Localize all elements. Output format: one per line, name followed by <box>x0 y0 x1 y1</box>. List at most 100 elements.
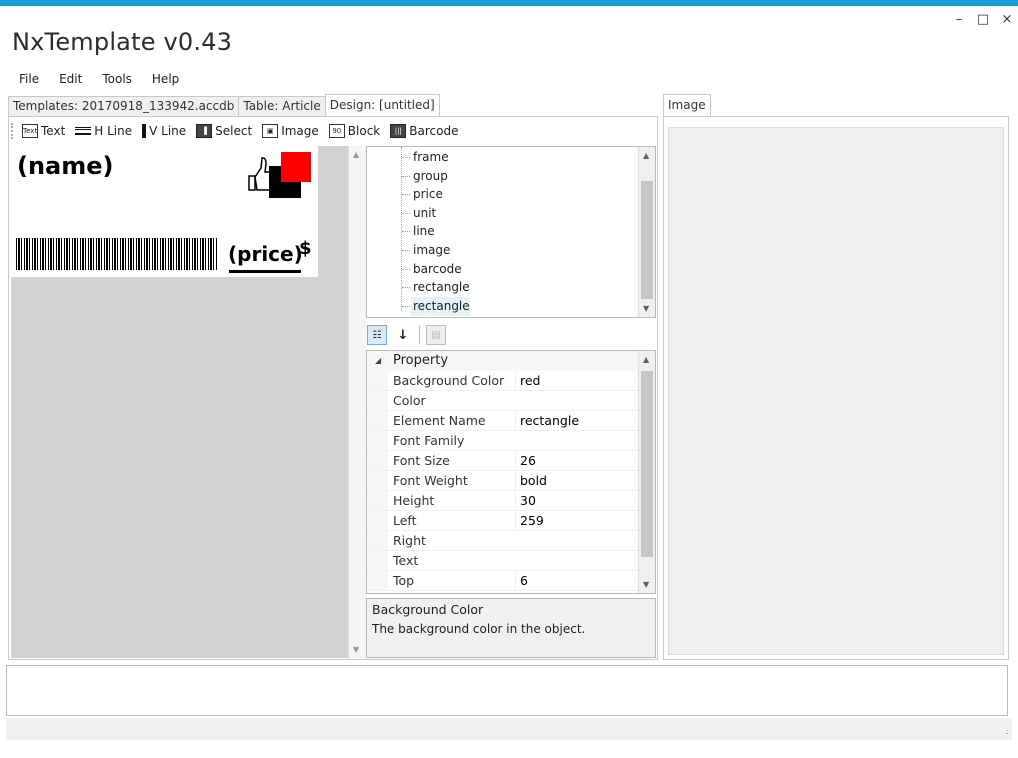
block-tool-button[interactable]: 90 Block <box>327 123 382 139</box>
tree-item-price[interactable]: price <box>411 185 443 204</box>
row-gutter <box>367 471 388 490</box>
property-value[interactable]: 26 <box>515 451 637 470</box>
property-row[interactable]: Element Name rectangle <box>367 411 639 431</box>
tool-label: V Line <box>149 124 187 138</box>
design-scrollbar[interactable]: ▲ ▼ <box>348 146 366 658</box>
design-panel: Text Text H Line V Line ▐ Select ▣ Image… <box>8 116 658 660</box>
price-field-element[interactable]: (price) <box>228 242 303 266</box>
toolbar-grip[interactable] <box>11 123 14 139</box>
tree-item-group[interactable]: group <box>411 167 448 186</box>
tree-item-line[interactable]: line <box>411 222 435 241</box>
text-tool-button[interactable]: Text Text <box>20 123 67 139</box>
tab-image[interactable]: Image <box>663 94 711 116</box>
vline-tool-button[interactable]: V Line <box>140 123 188 139</box>
toolbar-separator <box>419 326 420 344</box>
property-row[interactable]: Font Size 26 <box>367 451 639 471</box>
menu-edit[interactable]: Edit <box>56 71 85 87</box>
tree-scrollbar[interactable]: ▲ ▼ <box>638 147 655 317</box>
tree-item-barcode[interactable]: barcode <box>411 260 462 279</box>
row-gutter <box>367 451 388 470</box>
scroll-up-icon[interactable]: ▲ <box>643 151 649 160</box>
tree-connector <box>402 287 410 288</box>
menu-help[interactable]: Help <box>149 71 182 87</box>
maximize-button[interactable]: □ <box>976 12 990 27</box>
property-grid-scrollbar[interactable]: ▲ ▼ <box>638 351 655 593</box>
property-row[interactable]: Font Weight bold <box>367 471 639 491</box>
menu-file[interactable]: File <box>16 71 42 87</box>
resize-grip-icon[interactable]: .: <box>1005 727 1009 736</box>
row-gutter <box>367 551 388 570</box>
close-button[interactable]: × <box>1000 12 1014 27</box>
tool-label: Image <box>281 124 319 138</box>
tool-label: H Line <box>94 124 133 138</box>
currency-unit-element[interactable]: $ <box>299 238 312 259</box>
row-gutter <box>367 531 388 550</box>
label-canvas[interactable]: (name) (price) $ <box>11 146 318 277</box>
tree-connector <box>402 194 410 195</box>
status-bar: .: <box>6 718 1012 740</box>
tree-item-image[interactable]: image <box>411 241 450 260</box>
property-row[interactable]: Top 6 <box>367 571 639 591</box>
image-preview-area[interactable] <box>668 127 1004 655</box>
tab-templates[interactable]: Templates: 20170918_133942.accdb <box>8 96 240 116</box>
property-row[interactable]: Color <box>367 391 639 411</box>
tree-item-frame[interactable]: frame <box>411 148 449 167</box>
property-row[interactable]: Left 259 <box>367 511 639 531</box>
window-accent-bar <box>0 0 1018 6</box>
alphabetical-button[interactable]: ↓ <box>393 325 413 345</box>
property-value[interactable]: rectangle <box>515 411 637 430</box>
property-row[interactable]: Height 30 <box>367 491 639 511</box>
sort-az-icon: ↓ <box>397 327 409 343</box>
row-gutter <box>367 411 388 430</box>
minimize-button[interactable]: – <box>952 12 966 27</box>
property-name: Color <box>393 393 426 408</box>
collapse-triangle-icon[interactable]: ◢ <box>375 351 381 371</box>
categorized-icon: ☷ <box>372 329 382 341</box>
hline-tool-button[interactable]: H Line <box>73 123 134 139</box>
scroll-up-icon[interactable]: ▲ <box>643 355 649 364</box>
barcode-element[interactable] <box>16 238 218 270</box>
output-box[interactable] <box>6 665 1008 716</box>
property-name: Right <box>393 533 426 548</box>
tree-connector <box>402 250 410 251</box>
property-name: Background Color <box>393 373 505 388</box>
property-value[interactable]: 259 <box>515 511 637 530</box>
left-tab-strip: Templates: 20170918_133942.accdb Table: … <box>8 94 440 116</box>
property-grid: ◢ Property Background Color red Color Ele… <box>366 350 656 594</box>
categorized-button[interactable]: ☷ <box>367 325 387 345</box>
scroll-down-icon[interactable]: ▼ <box>353 645 359 654</box>
property-row[interactable]: Font Family <box>367 431 639 451</box>
property-row[interactable]: Right <box>367 531 639 551</box>
property-value[interactable]: red <box>515 371 637 390</box>
property-row[interactable]: Text <box>367 551 639 571</box>
select-tool-button[interactable]: ▐ Select <box>194 123 254 139</box>
app-title: NxTemplate v0.43 <box>12 28 233 56</box>
menu-tools[interactable]: Tools <box>99 71 135 87</box>
scroll-thumb[interactable] <box>641 371 653 557</box>
scroll-down-icon[interactable]: ▼ <box>643 580 649 589</box>
property-value[interactable]: 6 <box>515 571 637 590</box>
property-name: Left <box>393 513 417 528</box>
tree-item-rectangle[interactable]: rectangle <box>411 278 470 297</box>
property-value[interactable]: bold <box>515 471 637 490</box>
price-underline-element[interactable] <box>229 270 301 273</box>
property-row[interactable]: Background Color red <box>367 371 639 391</box>
barcode-tool-button[interactable]: ||| Barcode <box>388 123 460 139</box>
image-tool-icon: ▣ <box>262 124 279 138</box>
property-grid-toolbar: ☷ ↓ ▤ <box>367 323 446 347</box>
tree-connector <box>402 269 410 270</box>
tree-item-unit[interactable]: unit <box>411 204 436 223</box>
property-value[interactable]: 30 <box>515 491 637 510</box>
tree-item-rectangle-selected[interactable]: rectangle <box>411 297 470 316</box>
scroll-up-icon[interactable]: ▲ <box>353 150 359 159</box>
property-category[interactable]: ◢ Property <box>367 351 639 371</box>
property-pages-button[interactable]: ▤ <box>426 325 446 345</box>
scroll-thumb[interactable] <box>641 181 653 299</box>
tab-design[interactable]: Design: [untitled] <box>324 94 440 116</box>
name-field-element[interactable]: (name) <box>17 152 114 180</box>
scroll-down-icon[interactable]: ▼ <box>643 304 649 313</box>
image-tool-button[interactable]: ▣ Image <box>260 123 321 139</box>
red-rectangle-element[interactable] <box>281 152 311 182</box>
tab-table[interactable]: Table: Article <box>238 96 326 116</box>
design-surface[interactable]: (name) (price) $ <box>11 146 348 658</box>
